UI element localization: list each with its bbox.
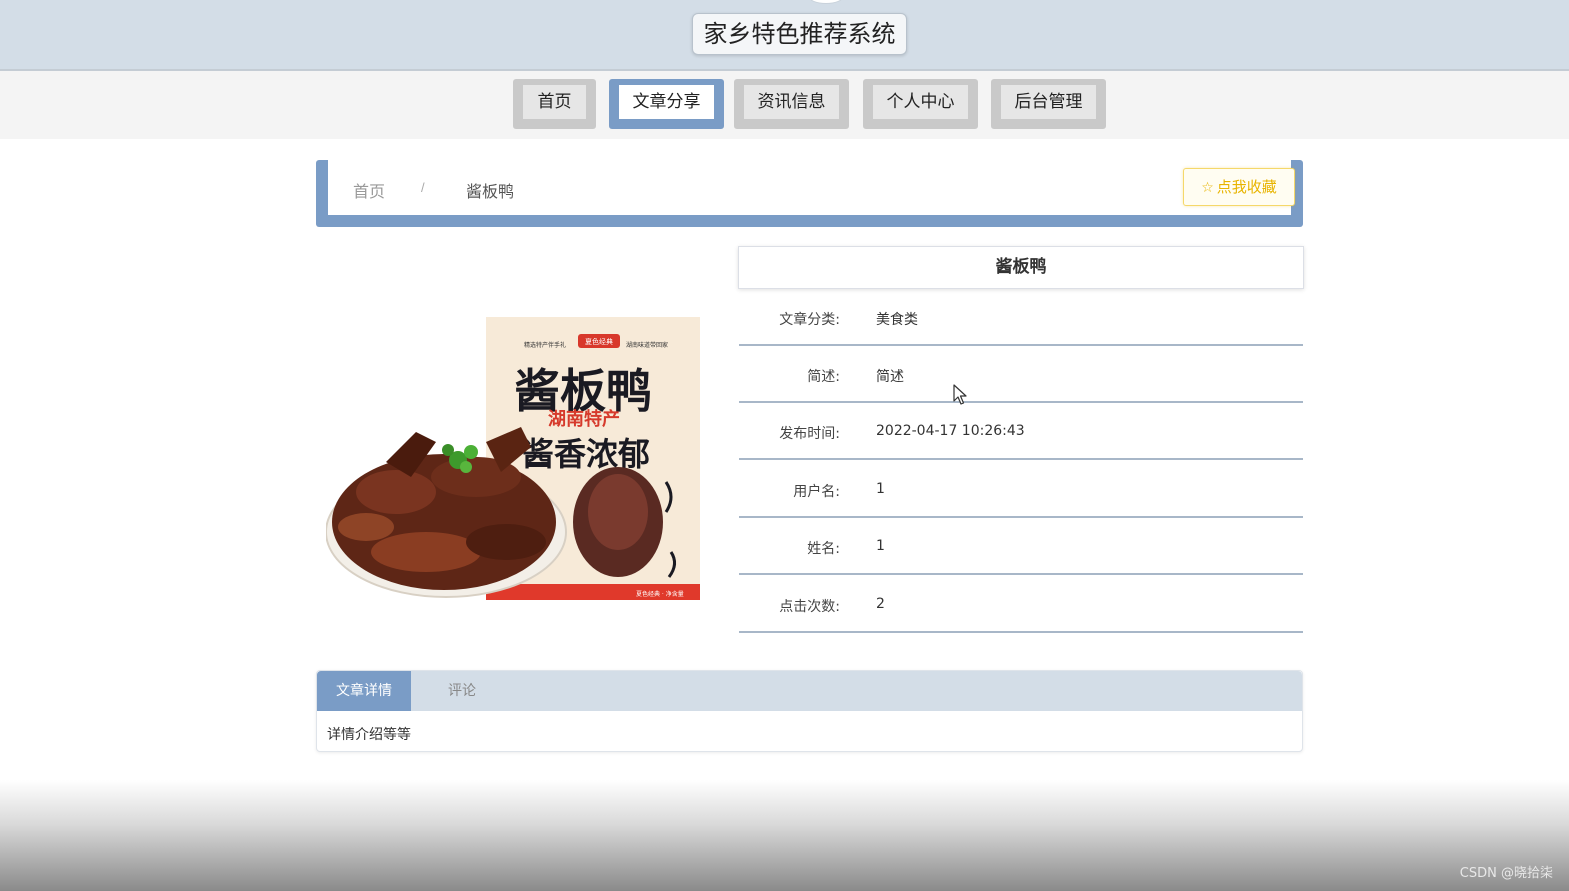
detail-label: 点击次数:: [779, 599, 840, 615]
tab-article-details[interactable]: 文章详情: [317, 671, 411, 711]
detail-value: 1: [876, 481, 885, 497]
site-title: 家乡特色推荐系统: [692, 13, 907, 55]
breadcrumb-home-link[interactable]: 首页: [353, 178, 385, 202]
detail-label: 姓名:: [807, 541, 840, 557]
detail-row-category: 文章分类: 美食类: [739, 289, 1303, 346]
site-header: 家乡特色推荐系统: [0, 0, 1569, 71]
watermark: CSDN @晓拾柒: [1459, 866, 1553, 881]
product-image: 夏色经典 精选特产伴手礼 湖南味道带回家 酱板鸭 湖南特产 酱香浓郁 夏色经典 …: [326, 317, 700, 600]
breadcrumb: 首页 / 酱板鸭 ☆ 点我收藏: [328, 160, 1295, 215]
package-tag-left: 精选特产伴手礼: [524, 341, 566, 349]
detail-row-username: 用户名: 1: [739, 461, 1303, 518]
nav-item-admin[interactable]: 后台管理: [991, 79, 1106, 129]
duck-illustration-highlight: [588, 474, 648, 550]
nav-item-home[interactable]: 首页: [513, 79, 596, 129]
package-brand: 夏色经典: [585, 337, 613, 346]
tabs-header: 文章详情 评论: [317, 671, 1302, 711]
tab-content: 详情介绍等等: [327, 727, 411, 743]
detail-row-name: 姓名: 1: [739, 518, 1303, 575]
detail-value: 1: [876, 538, 885, 554]
article-tabs: 文章详情 评论 详情介绍等等: [316, 670, 1303, 752]
header-decoration: [808, 0, 844, 4]
star-outline-icon: ☆: [1201, 180, 1214, 196]
nav-item-news[interactable]: 资讯信息: [734, 79, 849, 129]
mouse-pointer-icon: [953, 384, 967, 405]
package-footer-text: 夏色经典 · 净含量: [636, 590, 684, 598]
cilantro-garnish: [464, 445, 478, 459]
package-slogan: 酱香浓郁: [522, 435, 650, 473]
detail-row-publish-time: 发布时间: 2022-04-17 10:26:43: [739, 403, 1303, 460]
nav-item-label: 文章分享: [619, 85, 714, 119]
breadcrumb-separator: /: [421, 180, 425, 195]
detail-label: 发布时间:: [779, 426, 840, 442]
tab-comments[interactable]: 评论: [427, 671, 497, 711]
detail-value: 美食类: [876, 312, 918, 328]
nav-item-label: 个人中心: [873, 85, 968, 119]
braised-duck-piece: [466, 524, 546, 560]
braised-duck-piece: [371, 532, 481, 572]
breadcrumb-bar: 首页 / 酱板鸭 ☆ 点我收藏: [316, 160, 1303, 227]
detail-label: 简述:: [807, 369, 840, 385]
nav-item-label: 资讯信息: [744, 85, 839, 119]
braised-duck-piece: [356, 470, 436, 514]
main-nav: 首页 文章分享 资讯信息 个人中心 后台管理: [0, 71, 1569, 139]
braised-duck-piece: [338, 513, 394, 541]
package-subtitle: 湖南特产: [548, 408, 620, 430]
detail-title: 酱板鸭: [738, 246, 1304, 289]
nav-item-articles[interactable]: 文章分享: [609, 79, 724, 129]
detail-row-summary: 简述: 简述: [739, 346, 1303, 403]
cilantro-garnish: [460, 461, 472, 473]
breadcrumb-current: 酱板鸭: [466, 182, 515, 201]
cilantro-garnish: [442, 444, 454, 456]
page-footer: CSDN @晓拾柒: [0, 780, 1569, 891]
detail-value: 2022-04-17 10:26:43: [876, 423, 1025, 439]
nav-item-profile[interactable]: 个人中心: [863, 79, 978, 129]
detail-row-click-count: 点击次数: 2: [739, 576, 1303, 633]
favorite-button[interactable]: ☆ 点我收藏: [1183, 168, 1295, 206]
detail-label: 文章分类:: [779, 312, 840, 328]
detail-value: 简述: [876, 369, 904, 385]
nav-item-label: 后台管理: [1001, 85, 1096, 119]
nav-item-label: 首页: [523, 85, 586, 119]
favorite-label: 点我收藏: [1216, 178, 1277, 196]
detail-value: 2: [876, 596, 885, 612]
package-tag-right: 湖南味道带回家: [626, 341, 668, 349]
detail-label: 用户名:: [793, 484, 840, 500]
